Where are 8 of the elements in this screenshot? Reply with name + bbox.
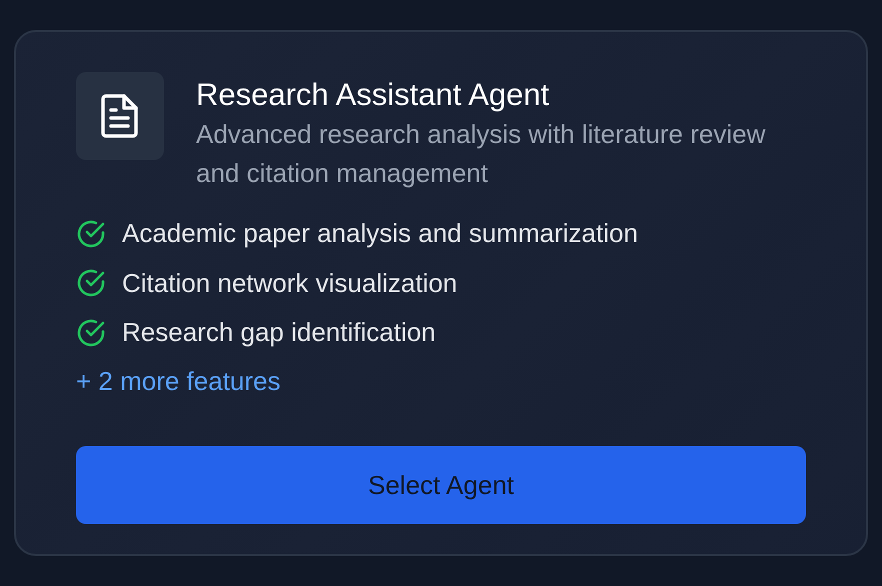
agent-description: Advanced research analysis with literature review and citation management: [196, 118, 766, 190]
agent-title: Research Assistant Agent: [196, 76, 550, 114]
feature-text: Citation network visualization: [122, 266, 458, 300]
feature-text: Research gap identification: [122, 316, 436, 349]
more-features-link[interactable]: + 2 more features: [76, 366, 280, 396]
feature-text: Academic paper analysis and summarization: [122, 217, 638, 250]
select-agent-button[interactable]: Select Agent: [76, 446, 806, 524]
document-icon: [76, 72, 164, 160]
